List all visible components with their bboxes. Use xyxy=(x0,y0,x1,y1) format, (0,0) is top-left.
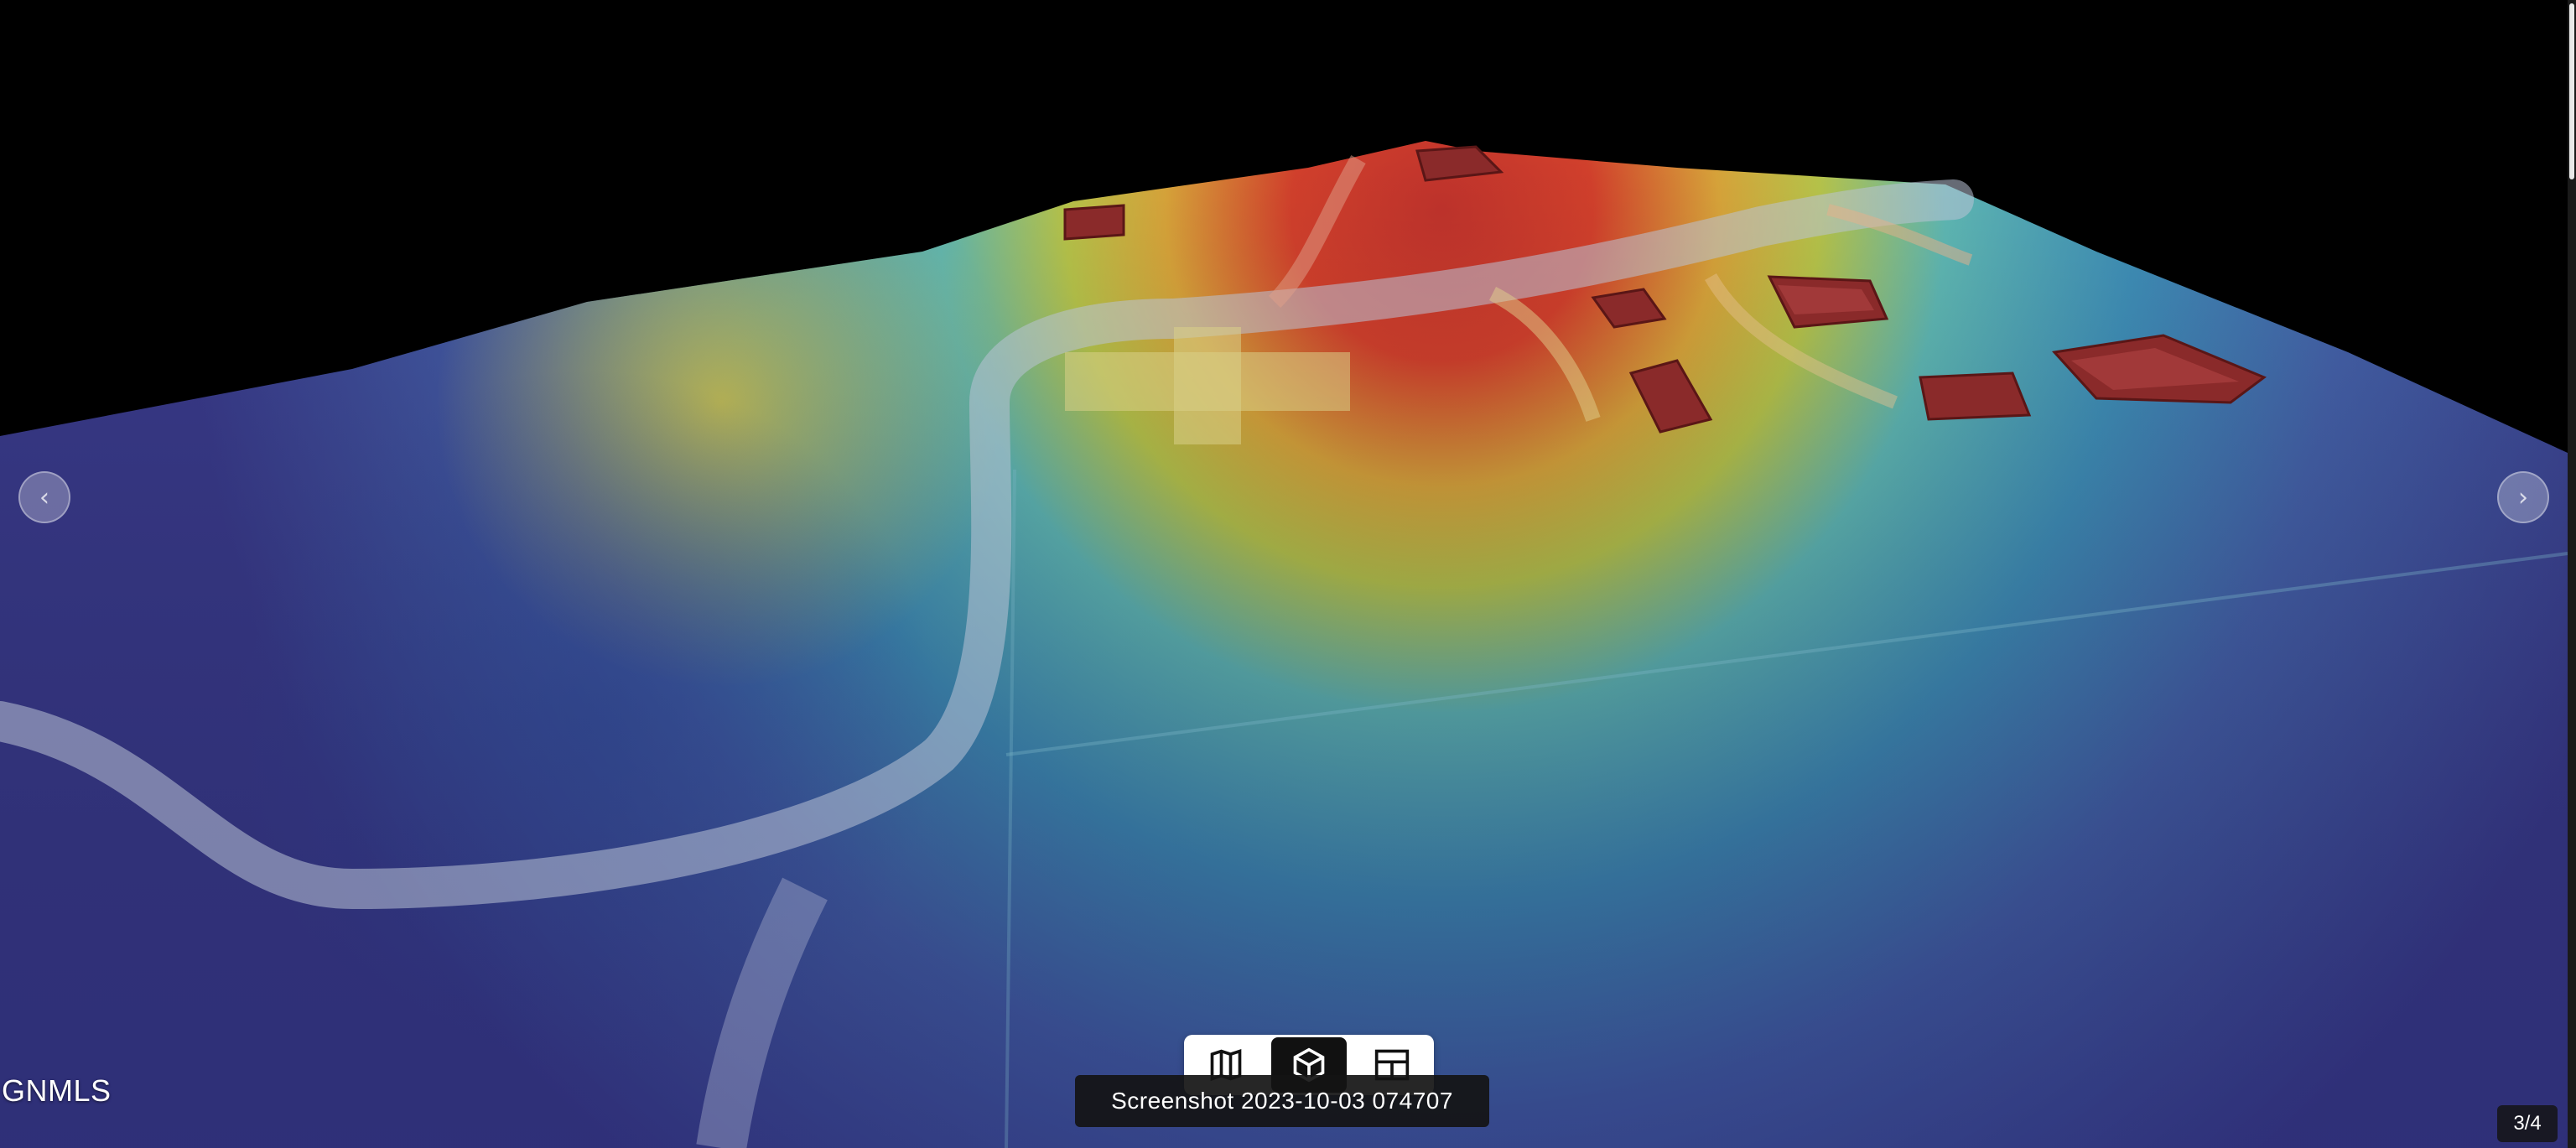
image-counter: 3/4 xyxy=(2497,1105,2558,1142)
image-viewer: ‹ › GNMLS Screenshot 2023-10-03 074707 3… xyxy=(0,0,2576,1148)
scrollbar[interactable] xyxy=(2568,0,2576,1148)
watermark-text: GNMLS xyxy=(2,1073,112,1108)
chevron-right-icon: › xyxy=(2518,482,2528,512)
image-caption: Screenshot 2023-10-03 074707 xyxy=(1075,1075,1489,1127)
terrain-heatmap-image xyxy=(0,141,2568,1148)
next-image-button[interactable]: › xyxy=(2497,471,2549,523)
previous-image-button[interactable]: ‹ xyxy=(18,471,70,523)
chevron-left-icon: ‹ xyxy=(39,482,49,512)
scrollbar-thumb[interactable] xyxy=(2569,3,2574,179)
